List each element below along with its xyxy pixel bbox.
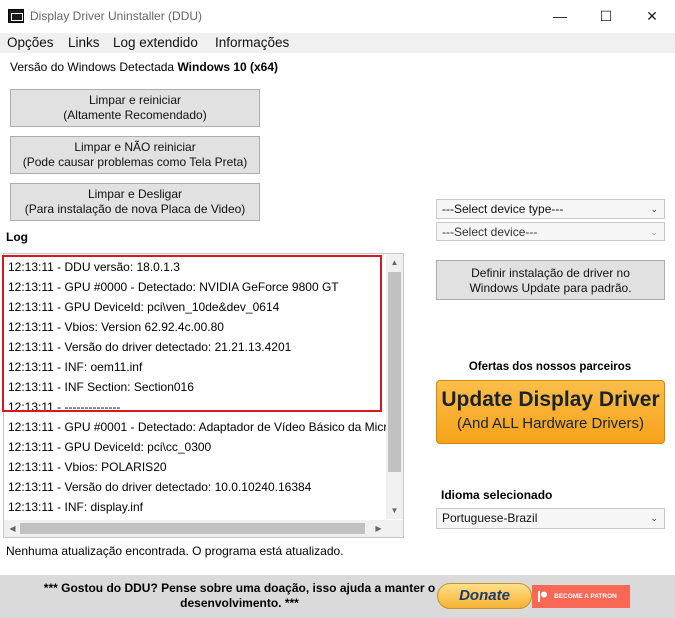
windows-version: Versão do Windows Detectada Windows 10 (… [10,60,278,74]
scroll-down-arrow-icon[interactable]: ▼ [386,502,403,519]
ddu-app-icon [8,9,24,23]
device-select[interactable]: ---Select device--- ⌄ [436,222,665,241]
become-a-patron-button[interactable]: BECOME A PATRON [532,585,630,608]
patreon-icon [538,591,547,602]
patreon-label: BECOME A PATRON [554,593,617,600]
device-select-value: ---Select device--- [442,225,538,239]
scroll-up-arrow-icon[interactable]: ▲ [386,254,403,271]
scroll-left-arrow-icon[interactable]: ◀ [4,520,21,537]
windows-update-line2: Windows Update para padrão. [469,281,632,295]
title-bar: Display Driver Uninstaller (DDU) — ☐ ✕ [0,0,675,33]
clean-and-shutdown-line2: (Para instalação de nova Placa de Video) [24,202,246,216]
partner-offers-label: Ofertas dos nossos parceiros [468,361,632,373]
chevron-down-icon: ⌄ [650,204,658,214]
language-label: Idioma selecionado [441,488,553,502]
clean-no-restart-line2: (Pode causar problemas como Tela Preta) [22,155,248,169]
log-horizontal-scroll-thumb[interactable] [20,523,365,534]
log-horizontal-scrollbar[interactable]: ◀ ▶ [4,520,387,537]
language-select[interactable]: Portuguese-Brazil ⌄ [436,508,665,529]
clean-no-restart-line1: Limpar e NÃO reiniciar [74,140,196,154]
close-button[interactable]: ✕ [629,0,675,33]
windows-update-line1: Definir instalação de driver no [471,266,630,280]
donation-message: *** Gostou do DDU? Pense sobre uma doaçã… [42,581,437,611]
windows-update-default-button[interactable]: Definir instalação de driver no Windows … [436,260,665,300]
windows-version-value: Windows 10 (x64) [177,60,279,74]
update-driver-line1: Update Display Driver [441,388,660,411]
language-select-value: Portuguese-Brazil [442,511,538,525]
donation-message-line1: *** Gostou do DDU? Pense sobre uma doaçã… [43,581,436,595]
clean-no-restart-button[interactable]: Limpar e NÃO reiniciar (Pode causar prob… [10,136,260,174]
device-type-select[interactable]: ---Select device type--- ⌄ [436,199,665,219]
update-driver-line2: (And ALL Hardware Drivers) [456,415,644,432]
menu-opcoes[interactable]: Opções [7,35,54,50]
minimize-button[interactable]: — [537,0,583,33]
clean-and-restart-button[interactable]: Limpar e reiniciar (Altamente Recomendad… [10,89,260,127]
log-label: Log [6,230,28,244]
main-panel: Versão do Windows Detectada Windows 10 (… [0,53,675,575]
footer-bar: *** Gostou do DDU? Pense sobre uma doaçã… [0,575,675,618]
menu-log-extendido[interactable]: Log extendido [113,35,198,50]
menu-links[interactable]: Links [68,35,100,50]
windows-version-label: Versão do Windows Detectada [10,60,175,74]
log-vertical-scrollbar[interactable]: ▲ ▼ [386,254,403,519]
clean-and-restart-line2: (Altamente Recomendado) [63,108,207,122]
log-line: 12:13:11 - Vbios: POLARIS20 [8,460,167,474]
menu-informacoes[interactable]: Informações [215,35,289,50]
status-text: Nenhuma atualização encontrada. O progra… [6,544,344,558]
log-line: 12:13:11 - Versão do driver detectado: 1… [8,480,312,494]
donation-message-line2: desenvolvimento. *** [180,596,299,610]
update-display-driver-button[interactable]: Update Display Driver (And ALL Hardware … [436,380,665,444]
log-line: 12:13:11 - INF: display.inf [8,500,143,514]
window-title: Display Driver Uninstaller (DDU) [30,9,203,23]
menu-bar: Opções Links Log extendido Informações [0,33,675,53]
log-vertical-scroll-thumb[interactable] [388,272,401,472]
log-line: 12:13:11 - GPU DeviceId: pci\cc_0300 [8,440,212,454]
chevron-down-icon: ⌄ [650,513,658,523]
scroll-right-arrow-icon[interactable]: ▶ [370,520,387,537]
donate-button[interactable]: Donate [437,583,532,609]
clean-and-restart-line1: Limpar e reiniciar [88,93,182,107]
device-type-select-value: ---Select device type--- [442,202,564,216]
clean-and-shutdown-line1: Limpar e Desligar [87,187,183,201]
clean-and-shutdown-button[interactable]: Limpar e Desligar (Para instalação de no… [10,183,260,221]
log-line: 12:13:11 - GPU #0001 - Detectado: Adapta… [8,420,386,434]
maximize-button[interactable]: ☐ [583,0,629,33]
log-highlight-box [2,255,382,412]
chevron-down-icon: ⌄ [650,227,658,237]
scrollbar-corner [386,520,403,537]
